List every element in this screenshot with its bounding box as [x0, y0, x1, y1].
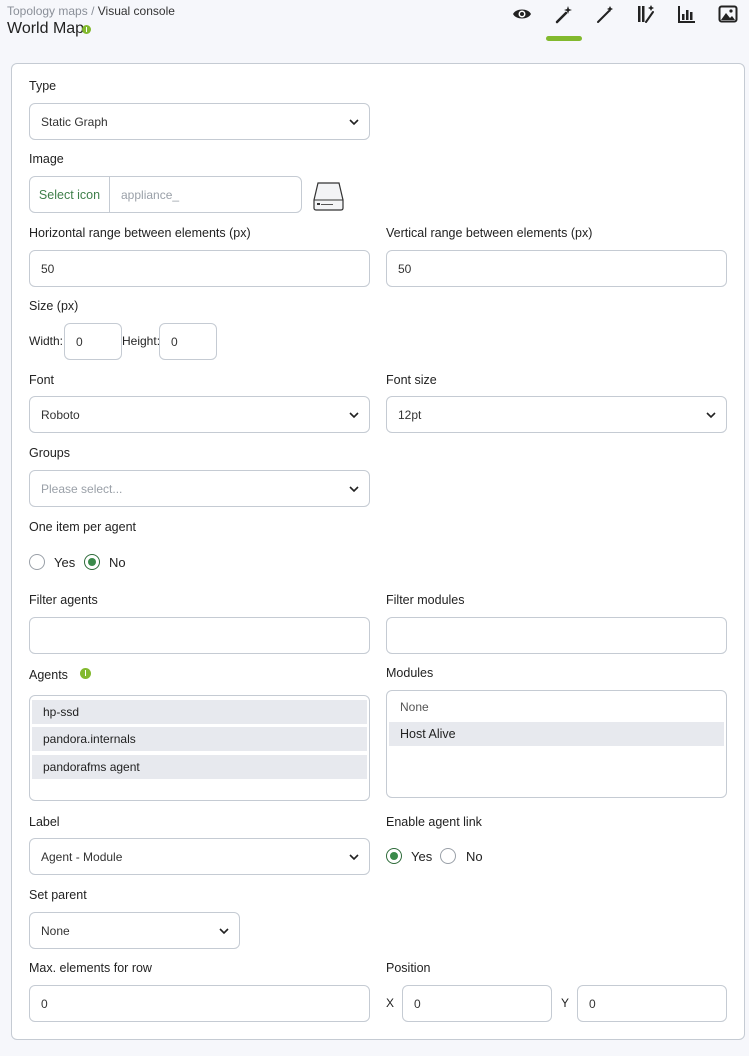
hard-drive-icon — [313, 182, 344, 211]
filter-agents-input[interactable] — [29, 617, 370, 654]
magic-wand-icon[interactable] — [547, 0, 581, 28]
list-item[interactable]: pandora.internals — [32, 727, 367, 751]
one-item-label: One item per agent — [29, 520, 137, 534]
font-label: Font — [29, 373, 55, 387]
position-y-input[interactable]: 0 — [577, 985, 727, 1022]
page-title: World Map — [7, 20, 85, 37]
groups-select-placeholder: Please select... — [41, 482, 123, 496]
width-input[interactable]: 0 — [64, 323, 122, 360]
one-item-yes-radio[interactable] — [29, 554, 45, 570]
h-range-input[interactable]: 50 — [29, 250, 370, 287]
v-range-value: 50 — [398, 262, 412, 276]
type-select-value: Static Graph — [41, 115, 108, 129]
chevron-down-icon — [349, 854, 359, 861]
agents-listbox[interactable]: hp-ssd pandora.internals pandorafms agen… — [29, 695, 370, 801]
height-input[interactable]: 0 — [159, 323, 217, 360]
info-icon — [82, 25, 91, 34]
groups-select[interactable]: Please select... — [29, 470, 370, 507]
list-item[interactable]: None — [389, 695, 724, 719]
sparkle-wand-icon[interactable] — [629, 0, 663, 28]
breadcrumb-separator: / — [91, 4, 95, 18]
font-select-value: Roboto — [41, 408, 80, 422]
filter-modules-label: Filter modules — [386, 593, 465, 607]
list-item[interactable]: Host Alive — [389, 722, 724, 746]
list-item[interactable]: pandorafms agent — [32, 755, 367, 779]
v-range-label: Vertical range between elements (px) — [386, 226, 593, 240]
agent-link-yes-radio[interactable] — [386, 848, 402, 864]
filter-agents-label: Filter agents — [29, 593, 98, 607]
agents-label: Agents — [29, 668, 68, 682]
font-size-label: Font size — [386, 373, 437, 387]
position-y-label: Y — [561, 996, 570, 1010]
image-label: Image — [29, 152, 64, 166]
agent-link-no-radio[interactable] — [440, 848, 456, 864]
parent-select[interactable]: None — [29, 912, 240, 949]
chevron-down-icon — [706, 412, 716, 419]
h-range-value: 50 — [41, 262, 55, 276]
max-elements-label: Max. elements for row — [29, 961, 152, 975]
position-label: Position — [386, 961, 431, 975]
filter-modules-input[interactable] — [386, 617, 727, 654]
bar-chart-icon[interactable] — [670, 0, 704, 28]
type-label: Type — [29, 79, 57, 93]
list-item[interactable]: hp-ssd — [32, 700, 367, 724]
parent-select-value: None — [41, 924, 70, 938]
position-y-value: 0 — [589, 997, 596, 1011]
position-x-input[interactable]: 0 — [402, 985, 552, 1022]
type-select[interactable]: Static Graph — [29, 103, 370, 140]
breadcrumb-current: Visual console — [97, 4, 175, 18]
v-range-input[interactable]: 50 — [386, 250, 727, 287]
chevron-down-icon — [349, 486, 359, 493]
max-elements-value: 0 — [41, 997, 48, 1011]
groups-label: Groups — [29, 446, 70, 460]
one-item-no-label: No — [109, 555, 126, 570]
font-size-select[interactable]: 12pt — [386, 396, 727, 433]
label-select-value: Agent - Module — [41, 850, 123, 864]
label-label: Label — [29, 815, 60, 829]
one-item-yes-label: Yes — [54, 555, 76, 570]
size-label: Size (px) — [29, 299, 79, 313]
select-icon-button[interactable]: Select icon — [30, 177, 110, 212]
breadcrumb-parent[interactable]: Topology maps — [7, 4, 88, 18]
modules-label: Modules — [386, 666, 434, 680]
info-icon — [80, 668, 91, 679]
h-range-label: Horizontal range between elements (px) — [29, 226, 251, 240]
one-item-no-radio[interactable] — [84, 554, 100, 570]
label-select[interactable]: Agent - Module — [29, 838, 370, 875]
width-label: Width: — [29, 334, 64, 348]
wand-icon[interactable] — [588, 0, 622, 28]
font-select[interactable]: Roboto — [29, 396, 370, 433]
page-header: Topology maps / Visual console World Map — [0, 0, 749, 60]
height-value: 0 — [171, 335, 178, 349]
chevron-down-icon — [349, 119, 359, 126]
breadcrumb: Topology maps / Visual console — [7, 4, 175, 18]
height-label: Height: — [122, 334, 161, 348]
chevron-down-icon — [219, 928, 229, 935]
agent-link-label: Enable agent link — [386, 815, 482, 829]
agent-link-no-label: No — [466, 849, 483, 864]
chevron-down-icon — [349, 412, 359, 419]
font-size-select-value: 12pt — [398, 408, 422, 422]
position-x-value: 0 — [414, 997, 421, 1011]
icon-name-field[interactable]: appliance_ — [121, 188, 179, 202]
width-value: 0 — [76, 335, 83, 349]
parent-label: Set parent — [29, 888, 87, 902]
active-tool-indicator — [546, 36, 582, 41]
modules-listbox[interactable]: None Host Alive — [386, 690, 727, 798]
icon-selector: Select icon appliance_ — [29, 176, 302, 213]
eye-icon[interactable] — [505, 0, 539, 28]
agent-link-yes-label: Yes — [411, 849, 433, 864]
max-elements-input[interactable]: 0 — [29, 985, 370, 1022]
image-icon[interactable] — [711, 0, 745, 28]
position-x-label: X — [386, 996, 395, 1010]
